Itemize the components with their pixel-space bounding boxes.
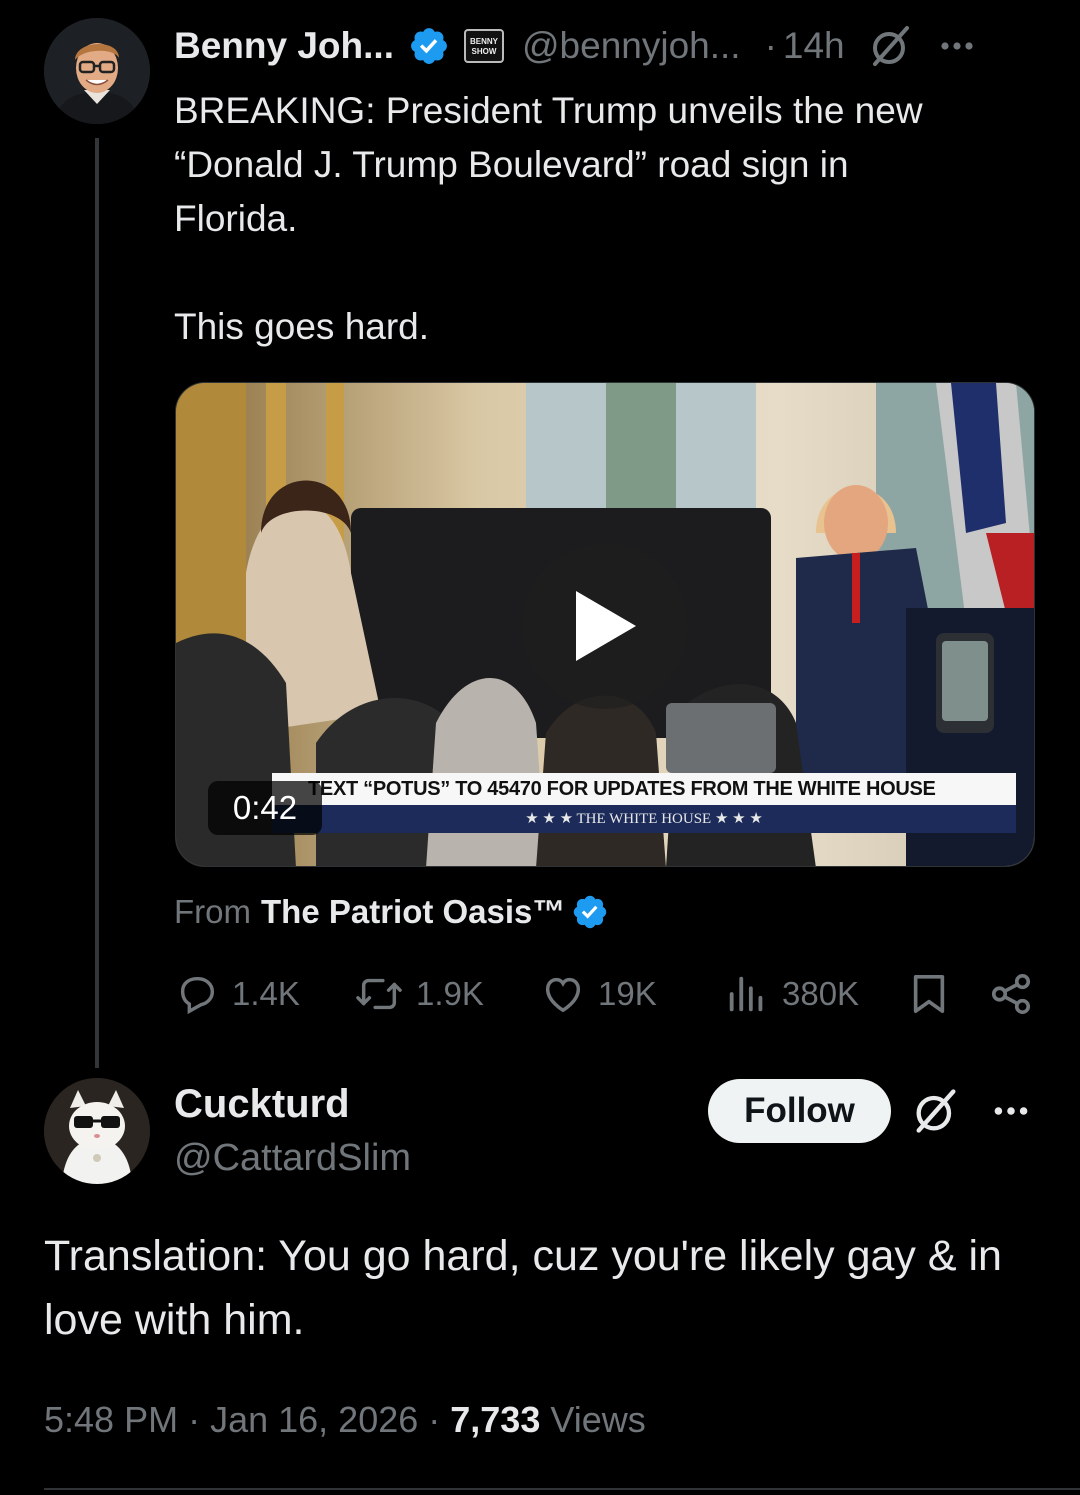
- reply-author-handle[interactable]: @CattardSlim: [174, 1132, 411, 1184]
- follow-button[interactable]: Follow: [708, 1079, 891, 1143]
- tweet-text-line: BREAKING: President Trump unveils the ne…: [174, 90, 923, 131]
- play-button[interactable]: [522, 543, 688, 709]
- thread-connector-line: [95, 138, 99, 1068]
- like-count: 19K: [598, 975, 657, 1012]
- metadata-separator: ·: [188, 1399, 201, 1440]
- reply-tweet-body: Translation: You go hard, cuz you're lik…: [44, 1232, 1002, 1344]
- tweet-date[interactable]: Jan 16, 2026: [210, 1399, 418, 1441]
- tweet-timestamp[interactable]: 5:48 PM: [44, 1399, 178, 1441]
- tweet-text-line: Florida.: [174, 198, 298, 239]
- views-label: Views: [550, 1399, 646, 1440]
- affiliate-badge-icon[interactable]: BENNY SHOW: [463, 29, 504, 63]
- more-options-icon[interactable]: [937, 26, 977, 66]
- like-button[interactable]: 19K: [540, 966, 657, 1022]
- svg-text:SHOW: SHOW: [472, 47, 497, 56]
- views-button[interactable]: 380K: [724, 966, 859, 1022]
- reply-icon: [180, 976, 215, 1015]
- reply-count: 1.4K: [232, 975, 300, 1012]
- reply-button[interactable]: 1.4K: [174, 966, 300, 1022]
- source-account-name[interactable]: The Patriot Oasis™: [261, 893, 565, 931]
- heart-icon: [545, 977, 581, 1013]
- metadata-separator: ·: [428, 1399, 441, 1440]
- repost-count: 1.9K: [416, 975, 484, 1012]
- chyron-subline: ★ ★ ★ THE WHITE HOUSE ★ ★ ★: [272, 805, 1016, 833]
- grok-icon[interactable]: [910, 1085, 962, 1137]
- verified-badge-icon[interactable]: [408, 25, 450, 67]
- reply-author-display-name[interactable]: Cuckturd: [174, 1078, 350, 1130]
- tweet-text-line: This goes hard.: [174, 306, 430, 347]
- verified-badge-icon: [571, 893, 609, 931]
- view-count: 380K: [782, 975, 860, 1012]
- header-separator: ·: [764, 25, 777, 66]
- author-display-name[interactable]: Benny Joh...: [174, 25, 394, 67]
- divider: [44, 1488, 1080, 1490]
- tweet-action-bar: 1.4K 1.9K 19K 380K: [174, 966, 1044, 1022]
- repost-button[interactable]: 1.9K: [354, 966, 484, 1022]
- svg-text:BENNY: BENNY: [470, 37, 499, 46]
- video-duration: 0:42: [208, 781, 322, 835]
- reply-view-count[interactable]: 7,733: [450, 1399, 540, 1441]
- tweet-age[interactable]: 14h: [783, 25, 845, 67]
- share-button[interactable]: [988, 966, 1034, 1022]
- grok-icon[interactable]: [867, 22, 915, 70]
- play-icon: [576, 591, 636, 661]
- tweet-metadata: 5:48 PM · Jan 16, 2026 · 7,733 Views: [44, 1392, 646, 1448]
- source-label: From: [174, 893, 251, 930]
- tweet-header: Benny Joh... BENNY SHOW @bennyjoh... · 1…: [174, 20, 1044, 72]
- bookmark-icon: [913, 975, 945, 1013]
- media-source-attribution[interactable]: From The Patriot Oasis™: [174, 886, 609, 938]
- tweet-body: BREAKING: President Trump unveils the ne…: [174, 84, 1034, 354]
- news-chyron: TEXT “POTUS” TO 45470 FOR UPDATES FROM T…: [272, 773, 1016, 833]
- chyron-headline: TEXT “POTUS” TO 45470 FOR UPDATES FROM T…: [272, 773, 1016, 805]
- share-icon: [991, 973, 1031, 1015]
- reply-author-avatar[interactable]: [44, 1078, 150, 1184]
- author-avatar[interactable]: [44, 18, 150, 124]
- tweet-text-line: “Donald J. Trump Boulevard” road sign in: [174, 144, 849, 185]
- views-chart-icon: [729, 976, 763, 1012]
- author-handle[interactable]: @bennyjoh...: [522, 25, 741, 67]
- more-options-icon[interactable]: [990, 1090, 1032, 1132]
- video-player[interactable]: TEXT “POTUS” TO 45470 FOR UPDATES FROM T…: [175, 382, 1035, 867]
- bookmark-button[interactable]: [908, 966, 950, 1022]
- repost-icon: [356, 978, 402, 1010]
